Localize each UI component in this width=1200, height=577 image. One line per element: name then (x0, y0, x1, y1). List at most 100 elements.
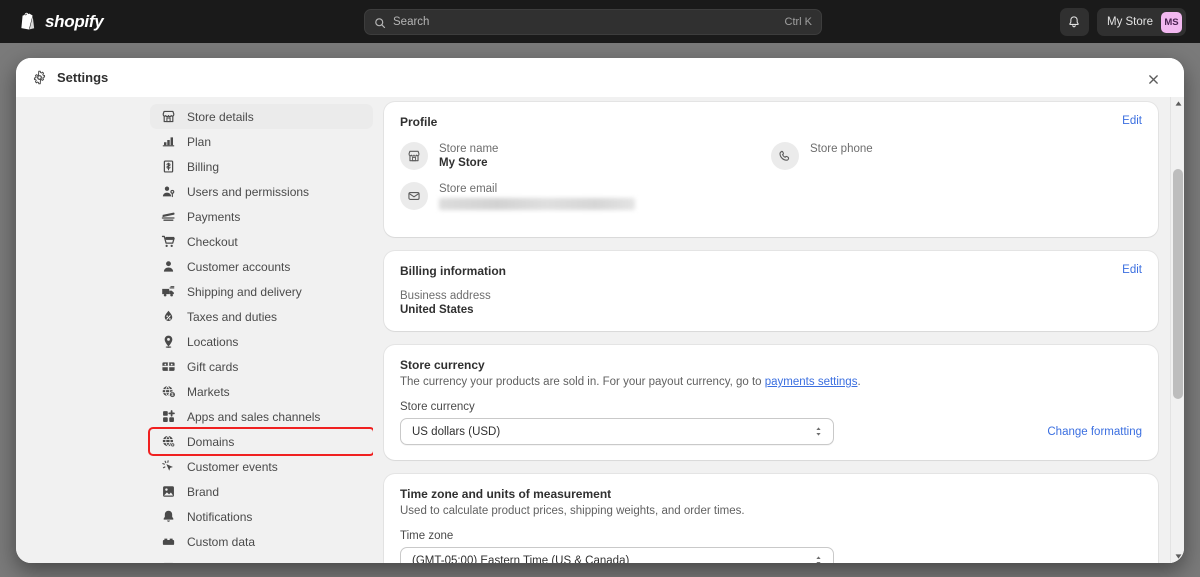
sidebar-item-payments[interactable]: Payments (150, 204, 373, 229)
sidebar-item-plan[interactable]: Plan (150, 129, 373, 154)
sidebar-item-custom-data[interactable]: Custom data (150, 529, 373, 554)
search-icon (374, 16, 386, 28)
shopify-brand[interactable]: shopify (17, 11, 103, 32)
edit-profile-link[interactable]: Edit (1122, 115, 1142, 127)
profile-column-left: Store name My Store Store email (400, 142, 771, 222)
search-input[interactable]: Search Ctrl K (364, 9, 822, 35)
sidebar-item-label: Markets (187, 385, 230, 399)
sidebar-item-label: Notifications (187, 510, 252, 524)
scrollbar-thumb[interactable] (1173, 169, 1183, 399)
sidebar-item-store-details[interactable]: Store details (150, 104, 373, 129)
profile-column-right: Store phone (771, 142, 1142, 222)
globe-icon (161, 434, 176, 449)
field-value: United States (400, 304, 1142, 316)
field-value: My Store (439, 157, 498, 169)
sidebar-item-billing[interactable]: Billing (150, 154, 373, 179)
sidebar-item-gift-cards[interactable]: Gift cards (150, 354, 373, 379)
apps-grid-icon (161, 409, 176, 424)
timezone-card: Time zone and units of measurement Used … (384, 474, 1158, 563)
store-email-row: Store email (400, 182, 771, 210)
users-icon (161, 184, 176, 199)
shopping-cart-icon (161, 234, 176, 249)
store-name-field: Store name My Store (439, 142, 498, 169)
card-title: Billing information (400, 264, 506, 278)
sidebar-item-taxes-and-duties[interactable]: Taxes and duties (150, 304, 373, 329)
sidebar-item-notifications[interactable]: Notifications (150, 504, 373, 529)
delivery-truck-icon (161, 284, 176, 299)
field-label: Store phone (810, 143, 873, 155)
avatar: MS (1161, 12, 1182, 33)
business-address-field: Business address United States (400, 290, 1142, 316)
notifications-button[interactable] (1060, 8, 1089, 36)
sidebar-item-label: Brand (187, 485, 219, 499)
modal-header: Settings (16, 58, 1184, 97)
sidebar-item-domains[interactable]: Domains (150, 429, 373, 454)
settings-modal: Settings Store details (16, 58, 1184, 563)
sidebar-item-label: Customer events (187, 460, 278, 474)
sidebar-item-users-and-permissions[interactable]: Users and permissions (150, 179, 373, 204)
timezone-select[interactable]: (GMT-05:00) Eastern Time (US & Canada) (400, 547, 834, 563)
store-currency-select[interactable]: US dollars (USD) (400, 418, 834, 445)
close-icon (1148, 72, 1159, 83)
partial-icon (161, 559, 176, 563)
edit-billing-link[interactable]: Edit (1122, 264, 1142, 276)
scroll-down-arrow-icon[interactable] (1171, 550, 1184, 563)
sidebar-item-label: Users and permissions (187, 185, 309, 199)
field-label: Store name (439, 143, 498, 155)
content-scroll-area: Profile Edit Store name My Store (384, 102, 1158, 563)
profile-card-header: Profile Edit (400, 115, 1142, 129)
sidebar-item-label: Gift cards (187, 360, 238, 374)
card-title: Time zone and units of measurement (400, 487, 611, 501)
timezone-select-row: (GMT-05:00) Eastern Time (US & Canada) (400, 547, 1142, 563)
scroll-up-arrow-icon[interactable] (1171, 97, 1184, 110)
sidebar-item-markets[interactable]: $ Markets (150, 379, 373, 404)
sidebar-item-label: Billing (187, 160, 219, 174)
sidebar-item-label: Shipping and delivery (187, 285, 302, 299)
settings-nav-list: Store details Plan Billing (150, 104, 373, 563)
modal-body: Store details Plan Billing (16, 97, 1184, 563)
sidebar-item-customer-accounts[interactable]: Customer accounts (150, 254, 373, 279)
globe-currency-icon: $ (161, 384, 176, 399)
top-navigation-bar: shopify Search Ctrl K My Store MS (0, 0, 1200, 43)
sidebar-item-brand[interactable]: Brand (150, 479, 373, 504)
sidebar-item-locations[interactable]: Locations (150, 329, 373, 354)
person-icon (161, 259, 176, 274)
field-label: Business address (400, 290, 1142, 302)
settings-content-panel: Profile Edit Store name My Store (373, 97, 1184, 563)
map-pin-icon (161, 334, 176, 349)
store-email-redacted-value (439, 198, 635, 210)
field-label: Store email (439, 183, 635, 195)
store-phone-field: Store phone (810, 142, 873, 155)
sidebar-item-shipping-and-delivery[interactable]: Shipping and delivery (150, 279, 373, 304)
payments-settings-link[interactable]: payments settings (765, 376, 858, 388)
close-button[interactable] (1143, 67, 1164, 88)
settings-sidebar: Store details Plan Billing (16, 97, 373, 563)
description-text-after: . (857, 376, 860, 388)
taxes-icon (161, 309, 176, 324)
bell-icon (161, 509, 176, 524)
sidebar-item-label: Apps and sales channels (187, 410, 320, 424)
billing-information-card: Billing information Edit Business addres… (384, 251, 1158, 331)
database-icon (161, 534, 176, 549)
select-value: US dollars (USD) (412, 426, 500, 438)
change-formatting-link[interactable]: Change formatting (1047, 426, 1142, 438)
sidebar-item-partial[interactable] (150, 554, 373, 563)
content-scrollbar[interactable] (1170, 97, 1184, 563)
sidebar-item-apps-and-sales-channels[interactable]: Apps and sales channels (150, 404, 373, 429)
sidebar-item-label: Plan (187, 135, 211, 149)
billing-card-header: Billing information Edit (400, 264, 1142, 278)
sidebar-item-label: Payments (187, 210, 240, 224)
bell-icon (1067, 15, 1081, 29)
sidebar-item-label: Locations (187, 335, 238, 349)
sidebar-item-checkout[interactable]: Checkout (150, 229, 373, 254)
store-name-label: My Store (1107, 16, 1153, 28)
sidebar-item-label: Customer accounts (187, 260, 290, 274)
credit-card-icon (161, 209, 176, 224)
sidebar-item-customer-events[interactable]: Customer events (150, 454, 373, 479)
store-account-button[interactable]: My Store MS (1097, 8, 1186, 36)
store-currency-card: Store currency The currency your product… (384, 345, 1158, 460)
sidebar-item-label: Taxes and duties (187, 310, 277, 324)
sidebar-item-label: Store details (187, 110, 254, 124)
sidebar-item-label: Custom data (187, 535, 255, 549)
timezone-card-header: Time zone and units of measurement (400, 487, 1142, 501)
